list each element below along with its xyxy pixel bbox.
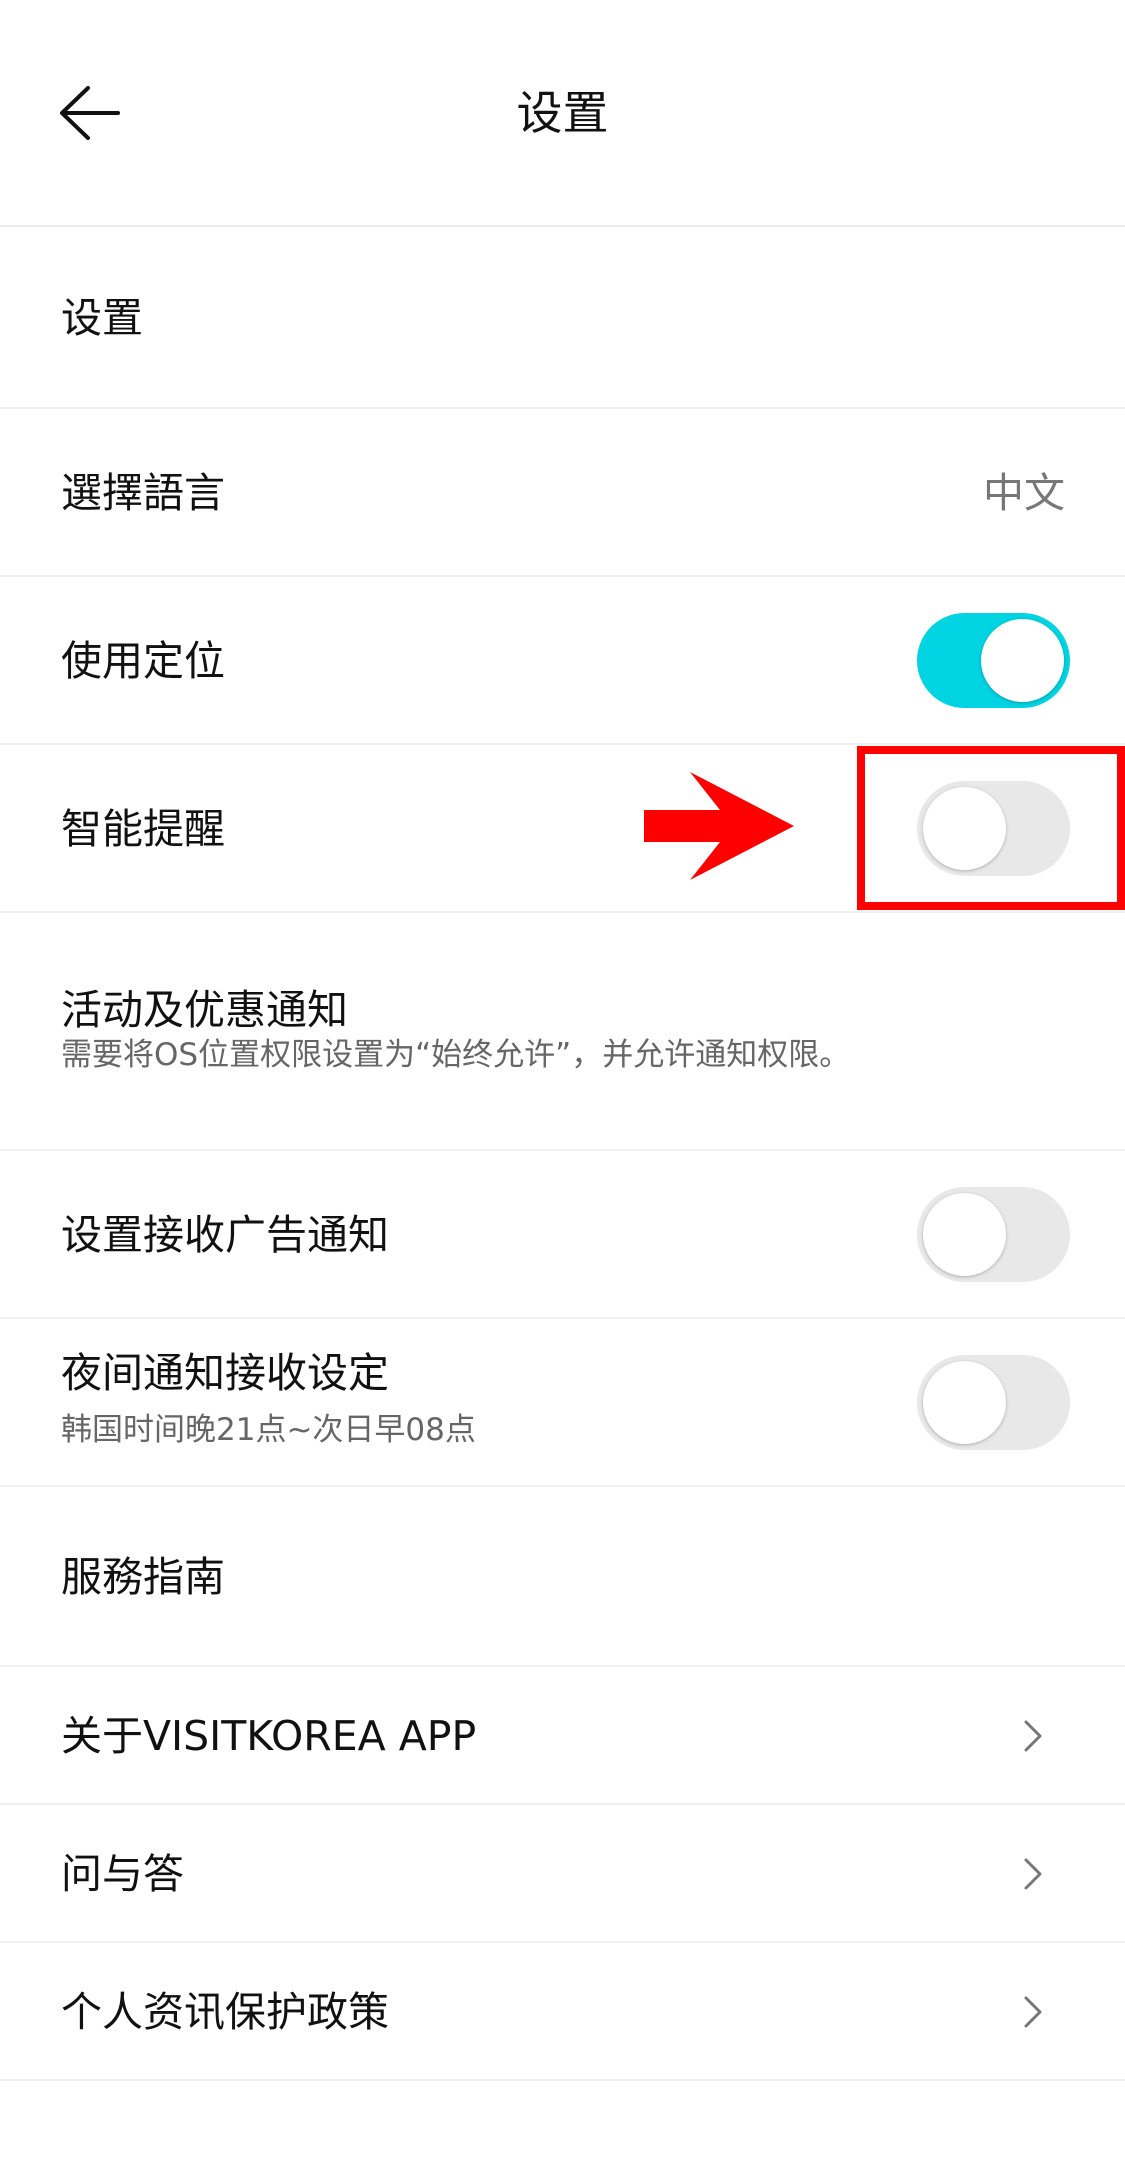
privacy-label: 个人资讯保护政策 [61, 1988, 389, 2036]
event-notice-description: 需要将OS位置权限设置为“始终允许”，并允许通知权限。 [61, 1037, 851, 1073]
night-notice-description: 韩国时间晚21点~次日早08点 [61, 1412, 476, 1448]
section-service-guide: 服務指南 [0, 1487, 1125, 1667]
ad-notice-toggle[interactable] [917, 1187, 1070, 1282]
section-title: 服務指南 [61, 1553, 225, 1601]
language-value[interactable]: 中文 [983, 465, 1065, 521]
section-settings: 设置 [0, 229, 1125, 409]
smart-reminder-label: 智能提醒 [61, 805, 225, 853]
language-row[interactable]: 選擇語言 中文 [0, 409, 1125, 577]
red-arrow-icon [644, 772, 794, 880]
highlight-box [857, 746, 1125, 910]
night-notice-label: 夜间通知接收设定 [61, 1349, 389, 1397]
about-label: 关于VISITKOREA APP [61, 1712, 477, 1760]
top-bar: 设置 [0, 0, 1125, 227]
event-notice-label: 活动及优惠通知 [61, 986, 348, 1034]
toggle-knob [923, 1361, 1006, 1444]
location-toggle[interactable] [917, 613, 1070, 708]
event-notice-row: 活动及优惠通知 需要将OS位置权限设置为“始终允许”，并允许通知权限。 [0, 913, 1125, 1151]
qa-row[interactable]: 问与答 [0, 1805, 1125, 1943]
about-row[interactable]: 关于VISITKOREA APP [0, 1667, 1125, 1805]
section-title: 设置 [61, 294, 143, 342]
qa-label: 问与答 [61, 1850, 184, 1898]
ad-notice-label: 设置接收广告通知 [61, 1211, 389, 1259]
chevron-right-icon [1024, 1858, 1042, 1890]
page-title: 设置 [516, 86, 609, 140]
location-label: 使用定位 [61, 637, 225, 685]
toggle-knob [923, 1193, 1006, 1276]
privacy-row[interactable]: 个人资讯保护政策 [0, 1943, 1125, 2081]
chevron-right-icon [1024, 1720, 1042, 1752]
night-notice-toggle[interactable] [917, 1355, 1070, 1450]
ad-notice-row: 设置接收广告通知 [0, 1151, 1125, 1319]
chevron-right-icon [1024, 1996, 1042, 2028]
settings-page: 设置 设置 選擇語言 中文 使用定位 智能提醒 活动及优惠通知 需要将OS位置权… [0, 0, 1125, 2184]
night-notice-row: 夜间通知接收设定 韩国时间晚21点~次日早08点 [0, 1319, 1125, 1487]
language-label: 選擇語言 [61, 469, 225, 517]
toggle-knob [981, 619, 1064, 702]
location-row: 使用定位 [0, 577, 1125, 745]
